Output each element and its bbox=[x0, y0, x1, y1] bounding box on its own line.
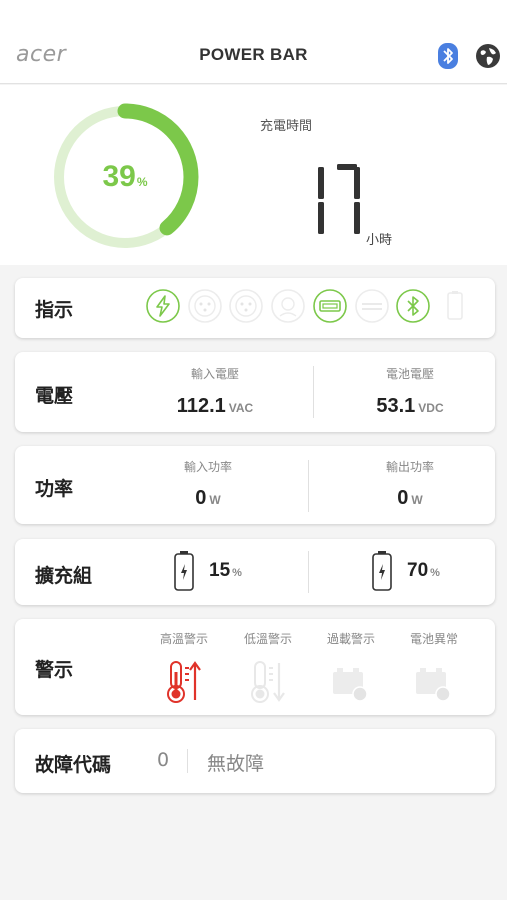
seven-segment bbox=[354, 202, 360, 234]
fault-description: 無故障 bbox=[207, 753, 265, 775]
power-title: 功率 bbox=[35, 478, 74, 500]
high-temp-icon bbox=[167, 661, 201, 703]
output-power-value: 0W bbox=[397, 487, 423, 509]
dc-output-icon bbox=[355, 289, 389, 323]
charge-time-display bbox=[318, 164, 360, 234]
battery-voltage-label: 電池電壓 bbox=[385, 367, 434, 381]
alerts-title: 警示 bbox=[35, 659, 74, 681]
voltage-card: 電壓 輸入電壓 112.1 VAC 電池電壓 53.1 VDC bbox=[15, 352, 495, 432]
ac-outlet-2-icon bbox=[229, 289, 263, 323]
indicator-title: 指示 bbox=[35, 299, 74, 321]
expansion-title: 擴充組 bbox=[35, 565, 93, 587]
fault-title: 故障代碼 bbox=[35, 754, 112, 776]
ac-outlet-1-icon bbox=[188, 289, 222, 323]
globe-icon[interactable] bbox=[475, 43, 501, 69]
input-voltage-label: 輸入電壓 bbox=[190, 367, 239, 381]
alert-label-high-temp: 高溫警示 bbox=[159, 632, 208, 646]
seven-segment bbox=[318, 202, 324, 234]
expansion-divider bbox=[308, 551, 309, 593]
power-card: 功率 輸入功率 0W 輸出功率 0W bbox=[15, 446, 495, 524]
alert-label-battery-fault: 電池異常 bbox=[409, 632, 458, 646]
input-power-label: 輸入功率 bbox=[183, 460, 232, 474]
expansion-pack-2-value: 70% bbox=[407, 560, 440, 581]
seven-segment bbox=[354, 167, 360, 199]
page-title: POWER BAR bbox=[199, 45, 308, 64]
battery-pack-icon bbox=[447, 291, 463, 320]
fault-divider bbox=[187, 749, 188, 773]
voltage-divider bbox=[313, 366, 314, 418]
car-socket-icon bbox=[271, 289, 305, 323]
app-header: acer POWER BAR bbox=[0, 0, 507, 84]
output-power-label: 輸出功率 bbox=[385, 460, 434, 474]
battery-percent: 39% bbox=[102, 160, 148, 193]
usb-port-icon bbox=[313, 289, 347, 323]
charge-time-unit: 小時 bbox=[366, 233, 393, 248]
bluetooth-indicator-icon bbox=[396, 289, 430, 323]
expansion-battery-1-icon bbox=[174, 551, 194, 591]
bluetooth-icon[interactable] bbox=[437, 42, 459, 70]
power-divider bbox=[308, 460, 309, 512]
charge-time-label: 充電時間 bbox=[260, 119, 313, 134]
input-power-value: 0W bbox=[195, 487, 221, 509]
fault-code-value: 0 bbox=[157, 749, 170, 771]
charging-bolt-icon bbox=[146, 289, 180, 323]
input-voltage-value: 112.1 VAC bbox=[176, 395, 254, 417]
overload-icon bbox=[333, 668, 368, 702]
alert-label-overload: 過載警示 bbox=[326, 632, 375, 646]
low-temp-icon bbox=[251, 661, 285, 703]
alert-label-low-temp: 低溫警示 bbox=[243, 632, 292, 646]
battery-fault-icon bbox=[416, 668, 451, 702]
expansion-pack-1-value: 15% bbox=[209, 560, 242, 581]
voltage-title: 電壓 bbox=[35, 385, 74, 407]
battery-voltage-value: 53.1 VDC bbox=[376, 395, 444, 417]
seven-segment bbox=[318, 167, 324, 199]
expansion-battery-2-icon bbox=[372, 551, 392, 591]
